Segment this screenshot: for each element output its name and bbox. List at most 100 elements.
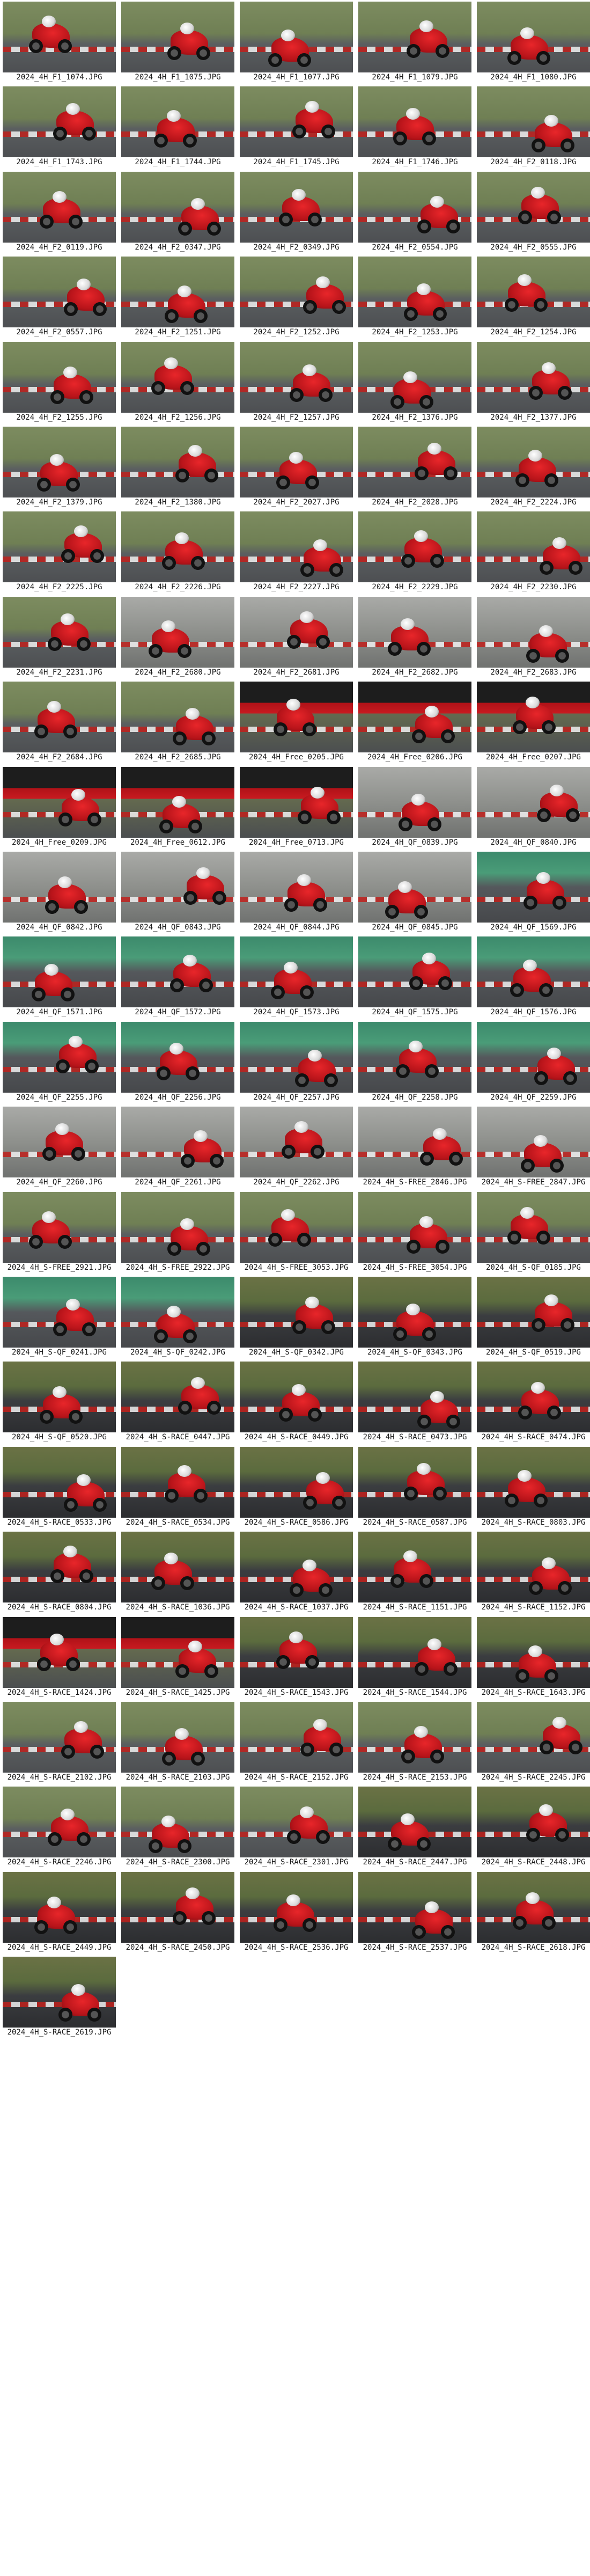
gallery-item[interactable]: 2024_4H_S-RACE_1036.JPG xyxy=(121,1532,234,1612)
gallery-item[interactable]: 2024_4H_S-RACE_0449.JPG xyxy=(240,1362,353,1442)
gallery-item[interactable]: 2024_4H_F1_1079.JPG xyxy=(358,2,471,82)
gallery-item[interactable]: 2024_4H_S-RACE_2152.JPG xyxy=(240,1702,353,1782)
gallery-item[interactable]: 2024_4H_S-RACE_1151.JPG xyxy=(358,1532,471,1612)
gallery-item[interactable]: 2024_4H_F1_1080.JPG xyxy=(477,2,590,82)
gallery-item[interactable]: 2024_4H_F2_1252.JPG xyxy=(240,257,353,337)
gallery-item[interactable]: 2024_4H_QF_0840.JPG xyxy=(477,766,590,847)
thumbnail-image[interactable] xyxy=(358,86,471,158)
gallery-item[interactable]: 2024_4H_S-QF_0185.JPG xyxy=(477,1191,590,1272)
gallery-item[interactable]: 2024_4H_F1_1075.JPG xyxy=(121,2,234,82)
thumbnail-image[interactable] xyxy=(121,1107,234,1178)
thumbnail-image[interactable] xyxy=(121,1446,234,1518)
thumbnail-image[interactable] xyxy=(477,682,590,753)
gallery-item[interactable]: 2024_4H_F2_2225.JPG xyxy=(3,511,116,592)
thumbnail-image[interactable] xyxy=(3,766,116,838)
gallery-item[interactable]: 2024_4H_S-QF_0519.JPG xyxy=(477,1277,590,1357)
thumbnail-image[interactable] xyxy=(358,1277,471,1348)
thumbnail-image[interactable] xyxy=(121,1616,234,1688)
thumbnail-image[interactable] xyxy=(240,1107,353,1178)
gallery-item[interactable]: 2024_4H_F2_2224.JPG xyxy=(477,427,590,507)
thumbnail-image[interactable] xyxy=(240,341,353,413)
gallery-item[interactable]: 2024_4H_S-QF_0342.JPG xyxy=(240,1277,353,1357)
thumbnail-image[interactable] xyxy=(477,1362,590,1433)
thumbnail-image[interactable] xyxy=(3,1446,116,1518)
gallery-item[interactable]: 2024_4H_S-RACE_2449.JPG xyxy=(3,1871,116,1952)
thumbnail-image[interactable] xyxy=(3,1787,116,1858)
thumbnail-image[interactable] xyxy=(3,511,116,583)
thumbnail-image[interactable] xyxy=(240,1191,353,1263)
thumbnail-image[interactable] xyxy=(477,1871,590,1943)
thumbnail-image[interactable] xyxy=(358,1532,471,1603)
thumbnail-image[interactable] xyxy=(121,1021,234,1093)
gallery-item[interactable]: 2024_4H_S-RACE_1643.JPG xyxy=(477,1616,590,1697)
thumbnail-image[interactable] xyxy=(240,1787,353,1858)
thumbnail-image[interactable] xyxy=(358,1446,471,1518)
gallery-item[interactable]: 2024_4H_S-RACE_0586.JPG xyxy=(240,1446,353,1527)
gallery-item[interactable]: 2024_4H_S-RACE_1543.JPG xyxy=(240,1616,353,1697)
gallery-item[interactable]: 2024_4H_QF_0839.JPG xyxy=(358,766,471,847)
gallery-item[interactable]: 2024_4H_F2_2683.JPG xyxy=(477,596,590,677)
thumbnail-image[interactable] xyxy=(358,936,471,1008)
gallery-item[interactable]: 2024_4H_S-RACE_2300.JPG xyxy=(121,1787,234,1867)
thumbnail-image[interactable] xyxy=(358,1107,471,1178)
thumbnail-image[interactable] xyxy=(121,1871,234,1943)
thumbnail-image[interactable] xyxy=(240,1021,353,1093)
thumbnail-image[interactable] xyxy=(358,2,471,72)
thumbnail-image[interactable] xyxy=(121,766,234,838)
gallery-item[interactable]: 2024_4H_F2_1257.JPG xyxy=(240,341,353,422)
gallery-item[interactable]: 2024_4H_F2_1380.JPG xyxy=(121,427,234,507)
gallery-item[interactable]: 2024_4H_Free_0206.JPG xyxy=(358,682,471,762)
gallery-item[interactable]: 2024_4H_S-RACE_2103.JPG xyxy=(121,1702,234,1782)
thumbnail-image[interactable] xyxy=(3,1957,116,2028)
thumbnail-image[interactable] xyxy=(477,171,590,243)
gallery-item[interactable]: 2024_4H_F2_2229.JPG xyxy=(358,511,471,592)
thumbnail-image[interactable] xyxy=(358,1871,471,1943)
thumbnail-image[interactable] xyxy=(121,427,234,497)
gallery-item[interactable]: 2024_4H_S-QF_0241.JPG xyxy=(3,1277,116,1357)
gallery-item[interactable]: 2024_4H_QF_1569.JPG xyxy=(477,852,590,932)
gallery-item[interactable]: 2024_4H_S-RACE_0447.JPG xyxy=(121,1362,234,1442)
thumbnail-image[interactable] xyxy=(3,936,116,1008)
gallery-item[interactable]: 2024_4H_S-RACE_2245.JPG xyxy=(477,1702,590,1782)
gallery-item[interactable]: 2024_4H_F2_0557.JPG xyxy=(3,257,116,337)
thumbnail-image[interactable] xyxy=(121,1277,234,1348)
thumbnail-image[interactable] xyxy=(3,257,116,328)
thumbnail-image[interactable] xyxy=(121,1362,234,1433)
gallery-item[interactable]: 2024_4H_S-RACE_1544.JPG xyxy=(358,1616,471,1697)
gallery-item[interactable]: 2024_4H_F2_0555.JPG xyxy=(477,171,590,252)
gallery-item[interactable]: 2024_4H_F2_1376.JPG xyxy=(358,341,471,422)
gallery-item[interactable]: 2024_4H_S-RACE_2447.JPG xyxy=(358,1787,471,1867)
gallery-item[interactable]: 2024_4H_F1_1074.JPG xyxy=(3,2,116,82)
gallery-item[interactable]: 2024_4H_S-RACE_0804.JPG xyxy=(3,1532,116,1612)
thumbnail-image[interactable] xyxy=(477,596,590,668)
thumbnail-image[interactable] xyxy=(240,427,353,497)
thumbnail-image[interactable] xyxy=(358,427,471,497)
gallery-item[interactable]: 2024_4H_S-RACE_0587.JPG xyxy=(358,1446,471,1527)
thumbnail-image[interactable] xyxy=(3,1191,116,1263)
thumbnail-image[interactable] xyxy=(3,596,116,668)
gallery-item[interactable]: 2024_4H_QF_0844.JPG xyxy=(240,852,353,932)
gallery-item[interactable]: 2024_4H_S-FREE_2922.JPG xyxy=(121,1191,234,1272)
thumbnail-image[interactable] xyxy=(3,1871,116,1943)
gallery-item[interactable]: 2024_4H_F1_1077.JPG xyxy=(240,2,353,82)
gallery-item[interactable]: 2024_4H_F2_2028.JPG xyxy=(358,427,471,507)
gallery-item[interactable]: 2024_4H_S-RACE_2618.JPG xyxy=(477,1871,590,1952)
thumbnail-image[interactable] xyxy=(477,341,590,413)
thumbnail-image[interactable] xyxy=(3,171,116,243)
gallery-item[interactable]: 2024_4H_S-RACE_0534.JPG xyxy=(121,1446,234,1527)
thumbnail-image[interactable] xyxy=(240,2,353,72)
gallery-item[interactable]: 2024_4H_QF_2257.JPG xyxy=(240,1021,353,1102)
gallery-item[interactable]: 2024_4H_F1_1745.JPG xyxy=(240,86,353,167)
gallery-item[interactable]: 2024_4H_F2_2227.JPG xyxy=(240,511,353,592)
gallery-item[interactable]: 2024_4H_S-FREE_3053.JPG xyxy=(240,1191,353,1272)
thumbnail-image[interactable] xyxy=(358,1362,471,1433)
thumbnail-image[interactable] xyxy=(240,86,353,158)
thumbnail-image[interactable] xyxy=(3,682,116,753)
thumbnail-image[interactable] xyxy=(3,1532,116,1603)
thumbnail-image[interactable] xyxy=(477,1277,590,1348)
thumbnail-image[interactable] xyxy=(3,1107,116,1178)
thumbnail-image[interactable] xyxy=(240,766,353,838)
gallery-item[interactable]: 2024_4H_Free_0205.JPG xyxy=(240,682,353,762)
thumbnail-image[interactable] xyxy=(358,257,471,328)
gallery-item[interactable]: 2024_4H_S-RACE_2153.JPG xyxy=(358,1702,471,1782)
